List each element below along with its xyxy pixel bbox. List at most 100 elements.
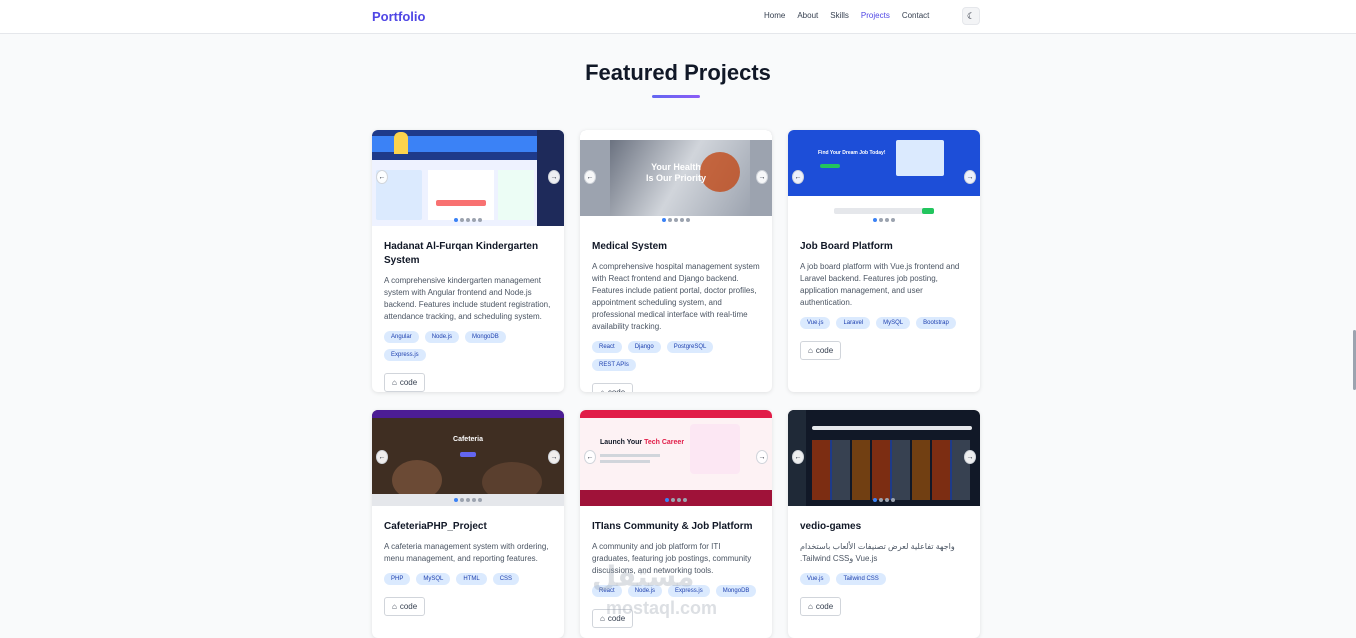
nav-link-contact[interactable]: Contact	[902, 11, 930, 20]
carousel-dot[interactable]	[665, 498, 669, 502]
tech-tag: Laravel	[836, 317, 871, 329]
tech-tag: Vue.js	[800, 317, 831, 329]
carousel-next-button[interactable]: →	[548, 450, 560, 464]
nav-link-projects[interactable]: Projects	[861, 11, 890, 20]
carousel-dot[interactable]	[662, 218, 666, 222]
carousel-next-button[interactable]: →	[756, 450, 768, 464]
code-button[interactable]: ⌂ code	[800, 341, 842, 360]
code-button[interactable]: ⌂ code	[800, 597, 842, 616]
project-thumbnail: Launch Your Tech Career ← →	[580, 410, 772, 506]
thumb-headline: Find Your Dream Job Today!	[818, 150, 886, 156]
project-title: Medical System	[592, 241, 668, 252]
project-title: vedio-games	[800, 521, 862, 532]
watermark: مستقل	[592, 561, 695, 592]
tech-tags: PHP MySQL HTML CSS	[384, 573, 552, 585]
project-description: واجهة تفاعلية لعرض تصنيفات الألعاب باستخ…	[800, 542, 955, 563]
nav-link-skills[interactable]: Skills	[830, 11, 849, 20]
code-label: code	[815, 602, 834, 611]
carousel-dot[interactable]	[668, 218, 672, 222]
tech-tag: PHP	[384, 573, 411, 585]
carousel-dot[interactable]	[472, 498, 476, 502]
tech-tag: REST APIs	[592, 359, 636, 371]
github-icon: ⌂	[808, 602, 813, 611]
carousel-dot[interactable]	[472, 218, 476, 222]
carousel-dots	[372, 498, 564, 502]
carousel-dots	[372, 218, 564, 222]
carousel-dot[interactable]	[680, 218, 684, 222]
carousel-dot[interactable]	[677, 498, 681, 502]
carousel-dot[interactable]	[466, 218, 470, 222]
project-card-cafeteria: Cafeteria ← → CafeteriaPHP_Project A caf…	[372, 410, 564, 638]
tech-tag: Vue.js	[800, 573, 831, 585]
project-card-medical: Your Health Is Our Priority ← → Medical …	[580, 130, 772, 392]
carousel-next-button[interactable]: →	[964, 450, 976, 464]
carousel-dot[interactable]	[460, 498, 464, 502]
project-thumbnail: Your Health Is Our Priority ← →	[580, 130, 772, 226]
carousel-prev-button[interactable]: ←	[584, 450, 596, 464]
theme-toggle-button[interactable]: ☾	[962, 7, 980, 25]
carousel-dot[interactable]	[885, 498, 889, 502]
carousel-dot[interactable]	[885, 218, 889, 222]
tech-tags: Angular Node.js MongoDB Express.js	[384, 331, 552, 361]
carousel-dot[interactable]	[478, 218, 482, 222]
project-thumbnail: Find Your Dream Job Today! ← →	[788, 130, 980, 226]
carousel-next-button[interactable]: →	[548, 170, 560, 184]
carousel-dot[interactable]	[454, 498, 458, 502]
tech-tags: React Django PostgreSQL REST APIs	[592, 341, 760, 371]
carousel-prev-button[interactable]: ←	[376, 450, 388, 464]
project-title: CafeteriaPHP_Project	[384, 521, 487, 532]
thumb-headline: Cafeteria	[453, 436, 483, 443]
nav-links: Home About Skills Projects Contact	[764, 11, 941, 20]
carousel-prev-button[interactable]: ←	[792, 170, 804, 184]
section-title: Featured Projects	[585, 60, 771, 85]
tech-tag: React	[592, 341, 622, 353]
project-description: A comprehensive hospital management syst…	[592, 262, 760, 331]
watermark: mostaql.com	[606, 598, 718, 618]
project-card-vedio-games: ← → vedio-games واجهة تفاعلية لعرض تصنيف…	[788, 410, 980, 638]
github-icon: ⌂	[600, 388, 605, 392]
code-button[interactable]: ⌂ code	[384, 373, 426, 392]
carousel-dot[interactable]	[873, 498, 877, 502]
thumb-headline: Launch Your	[600, 439, 643, 446]
tech-tag: Node.js	[424, 331, 460, 343]
tech-tags: Vue.js Laravel MySQL Bootstrap	[800, 317, 968, 329]
carousel-dot[interactable]	[466, 498, 470, 502]
nav-link-home[interactable]: Home	[764, 11, 785, 20]
tech-tag: Tailwind CSS	[836, 573, 886, 585]
carousel-dot[interactable]	[879, 218, 883, 222]
carousel-dot[interactable]	[873, 218, 877, 222]
carousel-dots	[788, 498, 980, 502]
project-title: Job Board Platform	[800, 241, 893, 252]
code-label: code	[399, 602, 418, 611]
carousel-dot[interactable]	[478, 498, 482, 502]
brand-logo[interactable]: Portfolio	[372, 9, 425, 24]
carousel-prev-button[interactable]: ←	[376, 170, 388, 184]
carousel-dot[interactable]	[460, 218, 464, 222]
title-underline	[652, 95, 700, 98]
tech-tags: Vue.js Tailwind CSS	[800, 573, 968, 585]
code-button[interactable]: ⌂ code	[592, 383, 634, 392]
project-thumbnail: ← →	[788, 410, 980, 506]
github-icon: ⌂	[392, 378, 397, 387]
github-icon: ⌂	[808, 346, 813, 355]
carousel-next-button[interactable]: →	[964, 170, 976, 184]
carousel-dot[interactable]	[686, 218, 690, 222]
code-button[interactable]: ⌂ code	[384, 597, 426, 616]
tech-tag: Django	[627, 341, 661, 353]
tech-tag: HTML	[456, 573, 487, 585]
carousel-prev-button[interactable]: ←	[584, 170, 596, 184]
carousel-dot[interactable]	[891, 218, 895, 222]
carousel-dot[interactable]	[454, 218, 458, 222]
carousel-dot[interactable]	[674, 218, 678, 222]
carousel-prev-button[interactable]: ←	[792, 450, 804, 464]
tech-tag: Angular	[384, 331, 419, 343]
carousel-dot[interactable]	[683, 498, 687, 502]
carousel-dot[interactable]	[891, 498, 895, 502]
carousel-dot[interactable]	[879, 498, 883, 502]
carousel-next-button[interactable]: →	[756, 170, 768, 184]
github-icon: ⌂	[392, 602, 397, 611]
carousel-dot[interactable]	[671, 498, 675, 502]
nav-link-about[interactable]: About	[797, 11, 818, 20]
tech-tag: CSS	[492, 573, 520, 585]
tech-tag: MongoDB	[715, 585, 757, 597]
